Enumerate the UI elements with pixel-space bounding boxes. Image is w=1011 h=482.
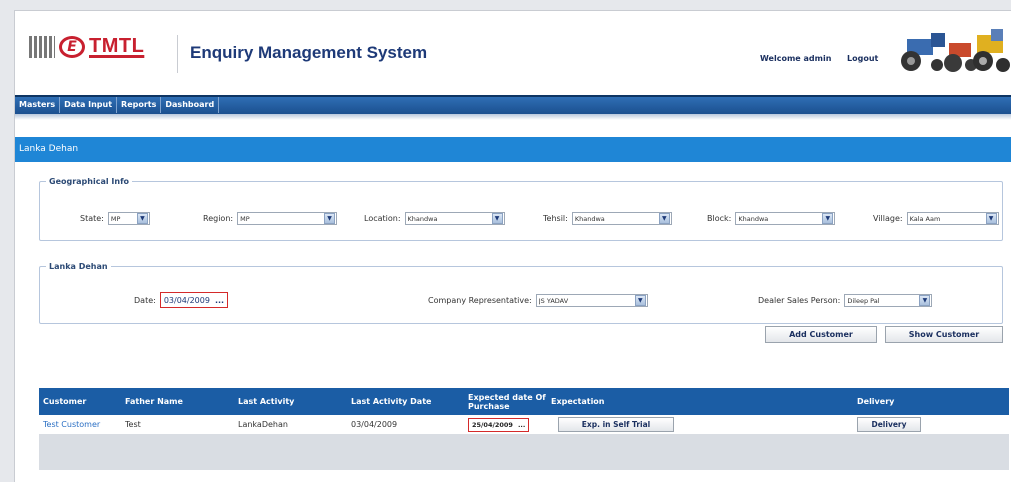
nav-item-reports[interactable]: Reports — [117, 97, 162, 113]
customer-table: Customer Father Name Last Activity Last … — [39, 388, 1009, 470]
block-select[interactable]: Khandwa ▼ — [735, 212, 836, 225]
chevron-down-icon[interactable]: ▼ — [822, 213, 834, 224]
tehsil-select[interactable]: Khandwa ▼ — [571, 212, 672, 225]
lanka-dehan-section: Lanka Dehan Date: 03/04/2009 ... Company… — [39, 262, 1003, 324]
table-header: Customer Father Name Last Activity Last … — [39, 388, 1009, 415]
column-header-father-name: Father Name — [125, 397, 183, 406]
tehsil-label: Tehsil: — [543, 214, 568, 223]
location-select[interactable]: Khandwa ▼ — [404, 212, 505, 225]
add-customer-button[interactable]: Add Customer — [765, 326, 877, 343]
dealer-sales-select[interactable]: Dileep Pal ▼ — [844, 294, 933, 307]
last-activity-cell: LankaDehan — [238, 420, 288, 429]
logo-bars-icon — [29, 35, 55, 58]
chevron-down-icon[interactable]: ▼ — [919, 295, 931, 306]
region-label: Region: — [203, 214, 234, 223]
region-field: Region: MP ▼ — [203, 212, 338, 225]
village-value: Kala Aam — [909, 214, 941, 223]
nav-shadow — [15, 114, 1011, 120]
village-field: Village: Kala Aam ▼ — [873, 212, 999, 225]
state-label: State: — [80, 214, 104, 223]
chevron-down-icon[interactable]: ▼ — [136, 213, 148, 224]
location-label: Location: — [364, 214, 401, 223]
column-header-expected-date: Expected date Of Purchase — [468, 392, 546, 411]
lanka-dehan-legend: Lanka Dehan — [49, 262, 108, 271]
logout-link[interactable]: Logout — [847, 54, 878, 63]
tehsil-field: Tehsil: Khandwa ▼ — [543, 212, 672, 225]
expectation-button[interactable]: Exp. in Self Trial — [558, 417, 674, 432]
date-field: Date: 03/04/2009 ... — [134, 292, 229, 308]
expected-date-cell: 25/04/2009 ... — [468, 415, 530, 434]
logo-text: TMTL — [89, 35, 145, 57]
column-header-customer: Customer — [43, 397, 87, 406]
delivery-button[interactable]: Delivery — [857, 417, 921, 432]
page-title: Lanka Dehan — [15, 137, 1011, 162]
last-activity-date-cell: 03/04/2009 — [351, 420, 398, 429]
app-window: E TMTL Enquiry Management System Welcome… — [14, 10, 1011, 482]
date-label: Date: — [134, 295, 156, 305]
company-logo: E TMTL — [29, 35, 144, 58]
region-value: MP — [240, 214, 250, 223]
expected-date-input[interactable]: 25/04/2009 ... — [468, 417, 530, 432]
main-nav: Masters Data Input Reports Dashboard — [15, 95, 1011, 114]
app-title: Enquiry Management System — [190, 43, 428, 62]
welcome-text: Welcome admin — [760, 54, 832, 63]
table-row: Test Customer Test LankaDehan 03/04/2009… — [39, 415, 1009, 434]
dealer-sales-field: Dealer Sales Person: Dileep Pal ▼ — [758, 294, 933, 307]
column-header-expectation: Expectation — [551, 397, 605, 406]
state-value: MP — [110, 214, 121, 223]
geographical-info-section: Geographical Info State: MP ▼ Region: MP… — [39, 177, 1003, 241]
nav-item-masters[interactable]: Masters — [15, 97, 61, 113]
date-picker-button[interactable]: ... — [215, 296, 224, 305]
column-header-delivery: Delivery — [857, 397, 895, 406]
header: E TMTL Enquiry Management System Welcome… — [15, 11, 1011, 90]
state-select[interactable]: MP ▼ — [107, 212, 150, 225]
chevron-down-icon[interactable]: ▼ — [634, 295, 646, 306]
tractor-banner-image — [901, 29, 1010, 72]
expected-date-value: 25/04/2009 — [472, 420, 513, 429]
region-select[interactable]: MP ▼ — [237, 212, 338, 225]
company-rep-select[interactable]: JS YADAV ▼ — [535, 294, 648, 307]
company-rep-value: JS YADAV — [538, 296, 569, 305]
tehsil-value: Khandwa — [574, 214, 605, 223]
show-customer-button[interactable]: Show Customer — [885, 326, 1003, 343]
logo-emblem-icon: E — [59, 35, 85, 58]
chevron-down-icon[interactable]: ▼ — [658, 213, 670, 224]
date-value: 03/04/2009 — [163, 295, 210, 305]
column-header-last-activity: Last Activity — [238, 397, 295, 406]
village-select[interactable]: Kala Aam ▼ — [906, 212, 999, 225]
nav-item-data-input[interactable]: Data Input — [60, 97, 118, 113]
chevron-down-icon[interactable]: ▼ — [985, 213, 997, 224]
location-value: Khandwa — [407, 214, 438, 223]
date-input[interactable]: 03/04/2009 ... — [159, 292, 229, 308]
column-header-last-activity-date: Last Activity Date — [351, 397, 432, 406]
header-divider — [177, 35, 178, 73]
chevron-down-icon[interactable]: ▼ — [491, 213, 503, 224]
geographical-info-legend: Geographical Info — [49, 177, 130, 186]
father-name-cell: Test — [125, 420, 141, 429]
block-value: Khandwa — [738, 214, 769, 223]
chevron-down-icon[interactable]: ▼ — [324, 213, 336, 224]
nav-item-dashboard[interactable]: Dashboard — [161, 97, 220, 113]
village-label: Village: — [873, 214, 903, 223]
location-field: Location: Khandwa ▼ — [364, 212, 505, 225]
customer-link[interactable]: Test Customer — [43, 415, 100, 434]
company-rep-label: Company Representative: — [428, 296, 532, 305]
dealer-sales-value: Dileep Pal — [847, 296, 880, 305]
dealer-sales-label: Dealer Sales Person: — [758, 296, 841, 305]
block-field: Block: Khandwa ▼ — [707, 212, 836, 225]
block-label: Block: — [707, 214, 732, 223]
expected-date-picker-button[interactable]: ... — [518, 421, 525, 429]
company-rep-field: Company Representative: JS YADAV ▼ — [428, 294, 648, 307]
state-field: State: MP ▼ — [80, 212, 150, 225]
